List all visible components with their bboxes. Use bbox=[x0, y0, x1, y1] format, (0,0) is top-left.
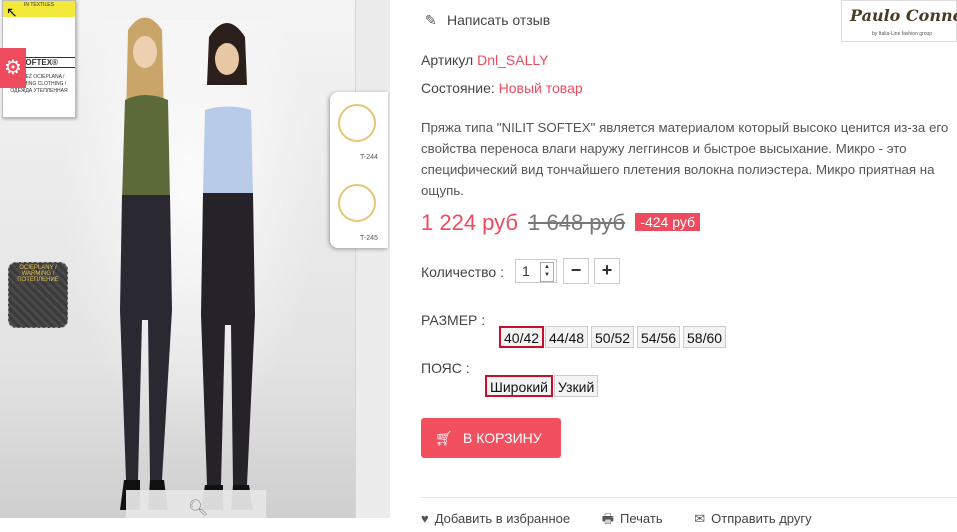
send-to-friend-link[interactable]: ✉ Отправить другу bbox=[694, 511, 825, 526]
size-option-40-42[interactable]: 40/42 bbox=[499, 326, 545, 348]
price-block: 1 224 руб 1 648 руб -424 руб bbox=[421, 210, 700, 236]
add-to-cart-label: В КОРЗИНУ bbox=[463, 430, 542, 446]
add-to-favorites-link[interactable]: ♥ Добавить в избранное bbox=[421, 511, 584, 526]
cart-icon: 🛒︎ bbox=[435, 430, 453, 446]
send-to-friend-label: Отправить другу bbox=[711, 511, 812, 526]
brand-subtitle: by Italia-Line fashion group bbox=[872, 31, 933, 37]
envelope-icon: ✉ bbox=[694, 511, 706, 526]
divider bbox=[421, 497, 957, 498]
brand-logo[interactable]: Paulo Conner by Italia-Line fashion grou… bbox=[841, 0, 957, 42]
print-label: Печать bbox=[620, 511, 663, 526]
old-price: 1 648 руб bbox=[528, 210, 626, 235]
size-option-54-56[interactable]: 54/56 bbox=[637, 326, 681, 348]
product-description: Пряжа типа "NILIT SOFTEX" является матер… bbox=[421, 120, 949, 198]
condition-label: Состояние: bbox=[421, 80, 495, 96]
print-link[interactable]: 🖶︎ Печать bbox=[602, 511, 677, 526]
mouse-cursor-icon: ↖ bbox=[6, 4, 18, 20]
belt-label: ПОЯС : bbox=[421, 360, 470, 376]
quantity-spinner-icon[interactable]: ▲ ▼ bbox=[540, 262, 554, 282]
belt-option-narrow[interactable]: Узкий bbox=[554, 375, 599, 397]
article-value: Dnl_SALLY bbox=[477, 52, 549, 68]
fabric-badge: OCIEPLANY / WARMING / ПОТЕПЛЕНИЕ bbox=[8, 262, 68, 328]
quantity-value: 1 bbox=[522, 263, 530, 279]
write-review-link[interactable]: ✎ Написать отзыв bbox=[425, 12, 550, 29]
quantity-input[interactable]: 1 ▲ ▼ bbox=[515, 259, 557, 283]
waistband-tag: T-244 T-245 bbox=[330, 92, 388, 248]
quantity-increase-button[interactable]: + bbox=[594, 258, 620, 284]
size-label: РАЗМЕР : bbox=[421, 312, 486, 328]
quantity-label: Количество : bbox=[421, 264, 504, 280]
zoom-icon[interactable]: 🔍︎ bbox=[188, 498, 208, 518]
condition-row: Состояние: Новый товар bbox=[421, 80, 583, 96]
model-right bbox=[201, 23, 255, 510]
add-to-cart-button[interactable]: 🛒︎ В КОРЗИНУ bbox=[421, 418, 561, 458]
waistband-wide-icon bbox=[338, 104, 376, 142]
waistband-narrow-icon bbox=[338, 184, 376, 222]
waistband-code-1: T-244 bbox=[360, 154, 378, 161]
write-review-label: Написать отзыв bbox=[447, 12, 551, 28]
condition-value: Новый товар bbox=[498, 80, 583, 96]
article-row: Артикул Dnl_SALLY bbox=[421, 52, 548, 68]
quantity-decrease-button[interactable]: − bbox=[563, 258, 589, 284]
pencil-icon: ✎ bbox=[425, 12, 437, 28]
add-to-favorites-label: Добавить в избранное bbox=[434, 511, 571, 526]
print-icon: 🖶︎ bbox=[601, 511, 615, 526]
product-gallery: IN TEXTILES SOFTEX® ODZIEŻ OCIEPLANA / W… bbox=[0, 0, 390, 518]
heart-icon: ♥ bbox=[421, 511, 429, 526]
belt-option-wide[interactable]: Широкий bbox=[485, 375, 553, 397]
product-photo[interactable]: IN TEXTILES SOFTEX® ODZIEŻ OCIEPLANA / W… bbox=[0, 0, 356, 518]
brand-name: Paulo Conner bbox=[850, 6, 957, 25]
waistband-code-2: T-245 bbox=[360, 235, 378, 242]
footer-links: ♥ Добавить в избранное 🖶︎ Печать ✉ Отправит… bbox=[421, 510, 840, 532]
current-price: 1 224 руб bbox=[421, 210, 519, 235]
article-label: Артикул bbox=[421, 52, 474, 68]
settings-gear-button[interactable]: ⚙ bbox=[0, 48, 26, 88]
size-option-50-52[interactable]: 50/52 bbox=[591, 326, 635, 348]
size-option-44-48[interactable]: 44/48 bbox=[545, 326, 589, 348]
size-option-58-60[interactable]: 58/60 bbox=[683, 326, 727, 348]
discount-badge: -424 руб bbox=[635, 213, 700, 231]
